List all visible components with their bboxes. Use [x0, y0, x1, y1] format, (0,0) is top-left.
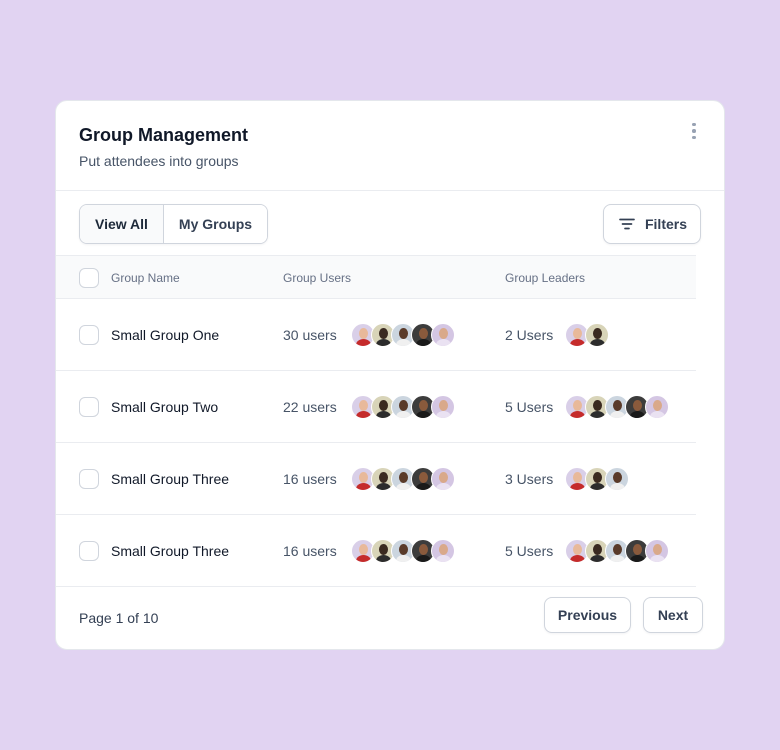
row-checkbox[interactable]	[79, 396, 99, 417]
group-users-avatar-group	[350, 538, 455, 563]
avatar	[430, 538, 455, 563]
table-body: Small Group One 30 users 2 Users Small Grou…	[56, 299, 696, 587]
group-leaders-avatar-group	[565, 322, 610, 347]
select-all-checkbox[interactable]	[79, 268, 99, 288]
groups-table: Group Name Group Users Group Leaders Sma…	[56, 255, 696, 587]
row-checkbox[interactable]	[79, 540, 99, 561]
filters-button[interactable]: Filters	[603, 204, 701, 244]
more-vertical-icon[interactable]	[686, 121, 702, 141]
group-management-card: Group Management Put attendees into grou…	[55, 100, 725, 650]
page-info: Page 1 of 10	[79, 609, 159, 626]
group-users-count: 16 users	[283, 470, 337, 487]
page-subtitle: Put attendees into groups	[79, 153, 239, 169]
group-leaders-cell: 3 Users	[505, 443, 630, 514]
group-leaders-count: 2 Users	[505, 326, 554, 343]
group-leaders-cell: 5 Users	[505, 515, 670, 586]
group-leaders-avatar-group	[565, 538, 670, 563]
group-users-cell: 30 users	[283, 299, 455, 370]
toolbar: View All My Groups Filters	[56, 191, 724, 255]
group-users-count: 16 users	[283, 542, 337, 559]
avatar	[645, 538, 670, 563]
previous-button[interactable]: Previous	[544, 597, 631, 633]
group-leaders-count: 5 Users	[505, 398, 554, 415]
group-leaders-avatar-group	[565, 394, 670, 419]
row-checkbox-cell	[79, 299, 99, 370]
next-button[interactable]: Next	[643, 597, 703, 633]
group-leaders-count: 5 Users	[505, 542, 554, 559]
row-checkbox-cell	[79, 443, 99, 514]
group-leaders-cell: 2 Users	[505, 299, 610, 370]
view-toggle: View All My Groups	[79, 204, 269, 244]
column-header-group-users: Group Users	[283, 271, 352, 285]
group-users-avatar-group	[350, 322, 455, 347]
row-checkbox[interactable]	[79, 468, 99, 489]
group-name: Small Group Three	[111, 542, 230, 559]
group-leaders-cell: 5 Users	[505, 371, 670, 442]
column-header-group-name: Group Name	[111, 271, 180, 285]
avatar	[605, 466, 630, 491]
table-header: Group Name Group Users Group Leaders	[56, 255, 696, 299]
avatar	[430, 322, 455, 347]
table-row[interactable]: Small Group One 30 users 2 Users	[56, 299, 696, 371]
filters-label: Filters	[644, 216, 687, 232]
group-users-count: 30 users	[283, 326, 337, 343]
group-users-avatar-group	[350, 466, 455, 491]
row-checkbox-cell	[79, 371, 99, 442]
group-name: Small Group One	[111, 326, 220, 343]
group-name: Small Group Three	[111, 470, 230, 487]
table-row[interactable]: Small Group Two 22 users 5 Users	[56, 371, 696, 443]
group-users-avatar-group	[350, 394, 455, 419]
group-users-count: 22 users	[283, 398, 337, 415]
avatar	[645, 394, 670, 419]
avatar	[430, 394, 455, 419]
group-users-cell: 22 users	[283, 371, 455, 442]
avatar	[430, 466, 455, 491]
column-header-group-leaders: Group Leaders	[505, 271, 586, 285]
card-header: Group Management Put attendees into grou…	[56, 101, 724, 191]
row-checkbox[interactable]	[79, 324, 99, 345]
pagination: Page 1 of 10 Previous Next	[56, 586, 724, 649]
group-leaders-count: 3 Users	[505, 470, 554, 487]
avatar	[585, 322, 610, 347]
group-users-cell: 16 users	[283, 443, 455, 514]
group-leaders-avatar-group	[565, 466, 630, 491]
select-all-cell	[79, 256, 99, 300]
group-name: Small Group Two	[111, 398, 219, 415]
group-users-cell: 16 users	[283, 515, 455, 586]
page-title: Group Management	[79, 125, 249, 145]
row-checkbox-cell	[79, 515, 99, 586]
tab-my-groups[interactable]: My Groups	[162, 205, 268, 243]
filter-lines-icon	[619, 218, 635, 230]
table-row[interactable]: Small Group Three 16 users 5 Users	[56, 515, 696, 587]
table-row[interactable]: Small Group Three 16 users 3 Users	[56, 443, 696, 515]
tab-view-all[interactable]: View All	[80, 205, 163, 243]
